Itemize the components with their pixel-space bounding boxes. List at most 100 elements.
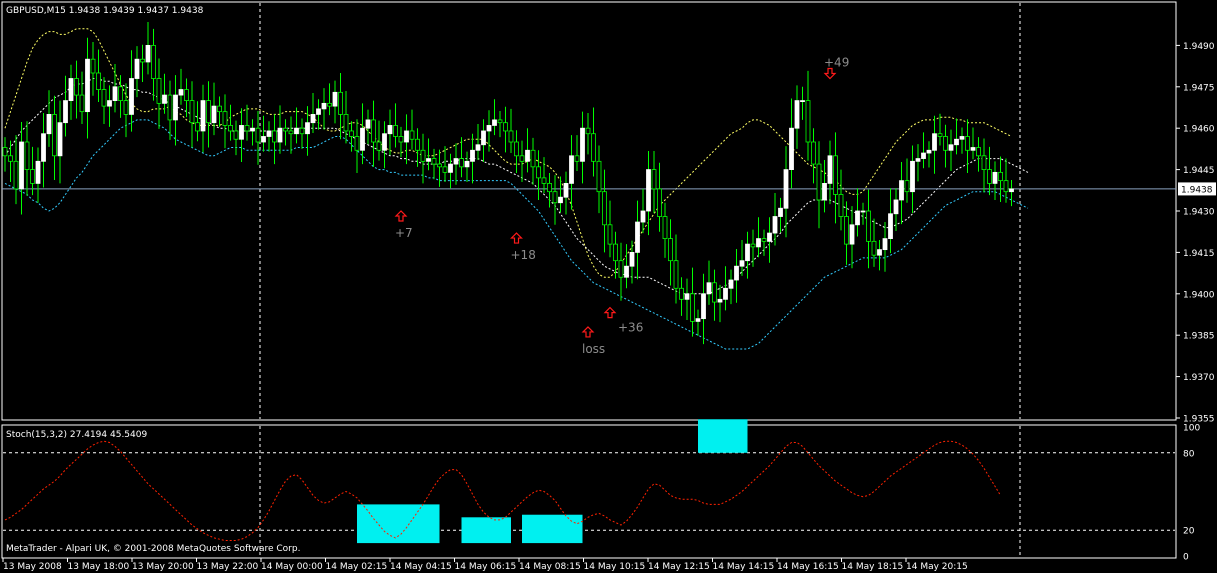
- candle-body: [140, 58, 145, 63]
- candle-body: [569, 155, 574, 184]
- candle-body: [74, 78, 79, 96]
- candle-body: [288, 130, 294, 135]
- price-tick-label: 1.9445: [1183, 166, 1215, 176]
- candle-body: [1003, 180, 1009, 193]
- candle-body: [695, 318, 701, 322]
- price-tick-label: 1.9430: [1183, 208, 1215, 218]
- candle-body: [409, 130, 415, 140]
- candle-body: [217, 105, 222, 113]
- candle-body: [899, 180, 904, 201]
- candle-body: [272, 130, 277, 143]
- candle-body: [915, 158, 921, 162]
- candle-body: [233, 130, 239, 140]
- candle-body: [464, 160, 470, 168]
- candle-body: [222, 111, 228, 126]
- candle-body: [937, 133, 943, 137]
- candle-body: [981, 155, 987, 171]
- candle-body: [574, 155, 580, 162]
- stoch-tick-label: 20: [1183, 527, 1195, 537]
- stoch-tick-label: 80: [1183, 449, 1195, 459]
- candle-body: [134, 58, 140, 79]
- candle-body: [497, 119, 503, 124]
- candle-body: [679, 287, 684, 300]
- candle-body: [112, 86, 118, 102]
- candle-body: [151, 45, 156, 79]
- candle-body: [228, 125, 233, 132]
- signal-label: +49: [824, 56, 849, 70]
- candle-body: [673, 260, 679, 289]
- candle-body: [734, 265, 739, 281]
- candle-body: [327, 102, 332, 107]
- candle-body: [530, 149, 536, 168]
- candle-body: [882, 238, 888, 251]
- candle-body: [96, 72, 101, 90]
- stoch-highlight-box: [461, 517, 511, 544]
- candle-body: [624, 265, 629, 278]
- price-tick-label: 1.9475: [1183, 83, 1215, 93]
- candle-body: [558, 196, 563, 204]
- candle-body: [525, 149, 530, 162]
- candle-body: [970, 147, 976, 151]
- candle-body: [354, 136, 360, 151]
- candle-body: [805, 100, 811, 143]
- candle-body: [629, 251, 635, 267]
- metatrader-chart-window[interactable]: +7 +18 loss +36 +49 1.9490 1.9475 1.9460 1.9445…: [0, 0, 1217, 573]
- candle-body: [360, 127, 365, 151]
- candle-body: [41, 133, 46, 162]
- candle-body: [728, 279, 734, 289]
- candle-body: [382, 133, 387, 151]
- candle-body: [943, 136, 948, 151]
- price-tick-label: 1.9490: [1183, 42, 1215, 52]
- candle-body: [24, 141, 30, 171]
- candle-body: [657, 188, 662, 217]
- current-price-label: 1.9438: [1181, 185, 1213, 195]
- candle-body: [52, 114, 57, 157]
- candle-body: [580, 127, 585, 162]
- candle-body: [349, 130, 354, 137]
- copyright-notice: MetaTrader - Alpari UK, © 2001-2008 Meta…: [6, 544, 300, 554]
- candle-body: [475, 144, 481, 151]
- price-tick-label: 1.9415: [1183, 249, 1215, 259]
- candle-body: [739, 260, 745, 267]
- candle-body: [827, 155, 833, 184]
- candle-body: [2, 147, 8, 157]
- time-tick-label: 14 May 18:15: [842, 562, 904, 572]
- stoch-highlight-box: [698, 419, 748, 453]
- candle-body: [607, 224, 613, 245]
- candle-body: [712, 282, 717, 303]
- candle-body: [85, 58, 90, 113]
- candle-body: [404, 130, 409, 143]
- candle-body: [13, 160, 19, 190]
- candle-body: [244, 125, 250, 132]
- candle-body: [987, 169, 992, 184]
- time-tick-label: 14 May 08:15: [519, 562, 581, 572]
- candle-body: [838, 194, 844, 217]
- candle-body: [19, 141, 24, 190]
- candle-body: [299, 127, 305, 135]
- candle-body: [750, 243, 756, 248]
- candle-body: [426, 158, 431, 162]
- candle-body: [68, 78, 74, 101]
- candle-body: [189, 100, 195, 124]
- candle-body: [888, 213, 893, 239]
- candle-body: [173, 94, 178, 121]
- candle-body: [63, 100, 68, 124]
- stoch-tick-label: 100: [1183, 424, 1200, 434]
- candle-body: [321, 102, 327, 110]
- candle-body: [261, 136, 266, 143]
- price-tick-label: 1.9460: [1183, 125, 1215, 135]
- candle-body: [184, 89, 189, 101]
- candle-body: [519, 155, 525, 162]
- candle-body: [822, 182, 827, 201]
- candle-body: [745, 243, 750, 262]
- candle-body: [789, 127, 794, 170]
- candle-body: [954, 138, 959, 146]
- candle-body: [508, 130, 514, 143]
- candle-body: [294, 127, 299, 135]
- candle-body: [640, 210, 646, 223]
- candle-body: [46, 114, 52, 135]
- candle-body: [866, 210, 871, 242]
- candle-body: [283, 127, 288, 132]
- stoch-highlight-box: [357, 504, 440, 544]
- candle-body: [959, 136, 965, 140]
